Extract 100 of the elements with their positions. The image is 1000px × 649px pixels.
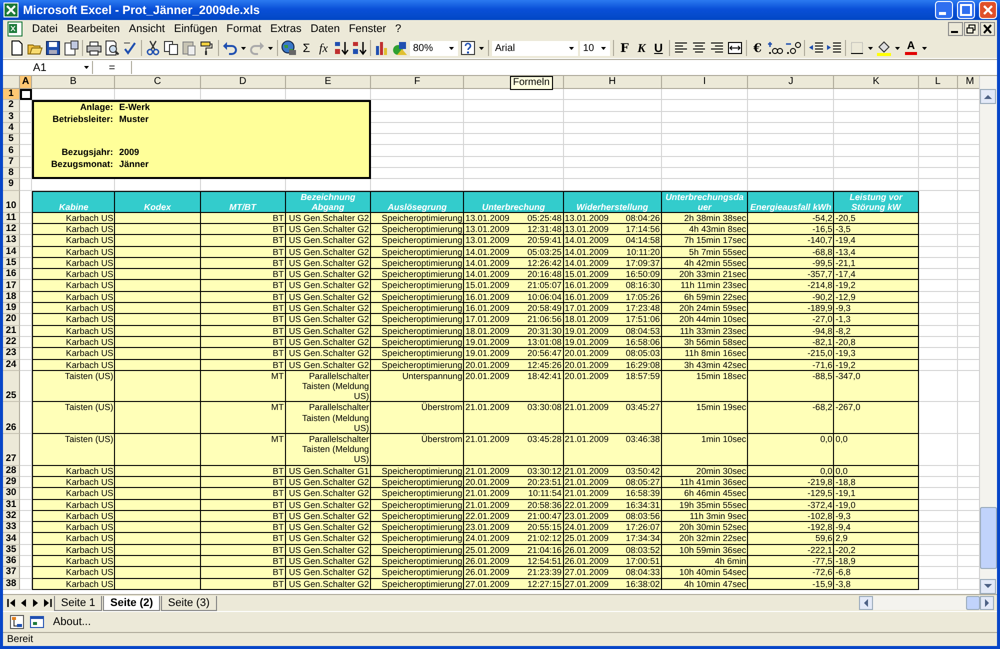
spelling-check-icon[interactable] <box>122 40 138 56</box>
row-number[interactable]: 17 <box>3 280 20 292</box>
globe-icon[interactable] <box>281 40 297 56</box>
row-number[interactable]: 31 <box>3 500 20 511</box>
row-number[interactable]: 11 <box>3 212 20 224</box>
scroll-right-icon[interactable] <box>980 596 994 610</box>
drawing-icon[interactable] <box>392 40 408 56</box>
caret-icon[interactable] <box>267 44 274 52</box>
cut-icon[interactable] <box>145 40 161 56</box>
function-button[interactable]: fx <box>316 40 331 56</box>
column-letter[interactable]: D <box>200 76 286 89</box>
font-color-button[interactable]: A <box>903 41 919 55</box>
print-icon[interactable] <box>86 40 102 56</box>
print-preview-icon[interactable] <box>104 40 120 56</box>
last-sheet-icon[interactable] <box>42 597 53 609</box>
caret-icon[interactable] <box>921 44 928 52</box>
row-number[interactable]: 29 <box>3 476 20 488</box>
italic-button[interactable]: K <box>634 40 649 56</box>
row-number[interactable]: 21 <box>3 326 20 337</box>
about-button[interactable]: About... <box>49 615 95 629</box>
row-number[interactable]: 22 <box>3 336 20 348</box>
row-number[interactable]: 20 <box>3 314 20 326</box>
menu-item[interactable]: Bearbeiten <box>66 23 120 35</box>
increase-decimal-icon[interactable] <box>767 40 783 56</box>
undo-icon[interactable] <box>222 40 238 56</box>
vertical-scrollbar[interactable] <box>979 76 997 594</box>
column-letter[interactable]: I <box>662 76 748 89</box>
row-number[interactable]: 34 <box>3 533 20 545</box>
row-number[interactable]: 5 <box>3 134 20 146</box>
caret-icon[interactable] <box>894 44 901 52</box>
row-number[interactable]: 26 <box>3 402 20 434</box>
menu-item[interactable]: Format <box>226 23 262 35</box>
caret-icon[interactable] <box>478 44 485 52</box>
save-icon[interactable] <box>45 40 61 56</box>
caret-icon[interactable] <box>600 44 607 52</box>
scroll-left-icon[interactable] <box>859 596 873 610</box>
menu-item[interactable]: Datei <box>32 23 58 35</box>
sort-descending-icon[interactable] <box>351 40 367 56</box>
column-letter[interactable]: L <box>918 76 958 89</box>
chart-icon[interactable] <box>374 40 390 56</box>
underline-button[interactable]: U <box>651 41 666 55</box>
row-number[interactable]: 12 <box>3 224 20 236</box>
menu-item[interactable]: ? <box>395 23 402 35</box>
row-number[interactable]: 25 <box>3 370 20 402</box>
scrollbar-thumb[interactable] <box>980 507 997 569</box>
formula-equals[interactable]: = <box>97 62 127 74</box>
row-number[interactable]: 7 <box>3 156 20 168</box>
sheet-tab[interactable]: Seite 1 <box>54 596 102 610</box>
row-number[interactable]: 8 <box>3 168 20 180</box>
restore-button[interactable] <box>964 22 979 36</box>
caret-icon[interactable] <box>568 44 575 52</box>
row-number[interactable]: 4 <box>3 122 20 134</box>
row-number[interactable]: 3 <box>3 112 20 123</box>
row-number[interactable]: 14 <box>3 246 20 258</box>
column-letter[interactable]: F <box>371 76 464 89</box>
diagram-icon[interactable] <box>9 614 25 630</box>
row-number[interactable]: 18 <box>3 292 20 304</box>
menu-item[interactable]: Daten <box>310 23 340 35</box>
row-number[interactable]: 37 <box>3 567 20 579</box>
row-number[interactable]: 19 <box>3 303 20 314</box>
column-letter[interactable]: M <box>958 76 979 89</box>
horizontal-scrollbar[interactable] <box>859 596 994 610</box>
menu-item[interactable]: Fenster <box>348 23 386 35</box>
first-sheet-icon[interactable] <box>6 597 17 609</box>
copy-icon[interactable] <box>163 40 179 56</box>
row-number[interactable]: 33 <box>3 522 20 534</box>
borders-icon[interactable] <box>849 40 865 56</box>
document-icon[interactable] <box>63 40 79 56</box>
column-letter[interactable]: H <box>564 76 662 89</box>
row-number[interactable]: 35 <box>3 544 20 556</box>
font-size-field[interactable]: 10 <box>580 40 610 56</box>
row-number[interactable]: 38 <box>3 578 20 590</box>
row-number[interactable]: 28 <box>3 466 20 477</box>
sheet-tab[interactable]: Seite (3) <box>161 596 217 610</box>
menu-item[interactable]: Extras <box>270 23 302 35</box>
sort-ascending-icon[interactable] <box>333 40 349 56</box>
currency-button[interactable]: € <box>750 41 765 55</box>
caret-icon[interactable] <box>240 44 247 52</box>
row-number[interactable]: 15 <box>3 258 20 270</box>
column-letter[interactable]: C <box>115 76 201 89</box>
close-button[interactable] <box>980 22 995 36</box>
minimize-button[interactable] <box>948 22 963 36</box>
column-letter[interactable]: B <box>32 76 116 89</box>
row-number[interactable]: 2 <box>3 100 20 112</box>
row-number[interactable]: 13 <box>3 235 20 247</box>
row-number[interactable]: 9 <box>3 179 20 191</box>
decrease-decimal-icon[interactable] <box>785 40 801 56</box>
scroll-down-icon[interactable] <box>980 579 996 594</box>
merge-center-icon[interactable] <box>727 40 743 56</box>
row-number[interactable]: 32 <box>3 510 20 522</box>
row-number[interactable]: 1 <box>3 89 20 100</box>
selected-cell[interactable] <box>20 89 32 100</box>
menu-item[interactable]: Einfügen <box>174 23 218 35</box>
sum-button[interactable]: Σ <box>299 41 314 55</box>
column-letter[interactable]: E <box>286 76 372 89</box>
row-number[interactable]: 36 <box>3 556 20 568</box>
row-number[interactable]: 24 <box>3 360 20 371</box>
font-field[interactable]: Arial <box>492 40 578 56</box>
row-number[interactable]: 27 <box>3 434 20 466</box>
help-icon[interactable] <box>460 40 476 56</box>
